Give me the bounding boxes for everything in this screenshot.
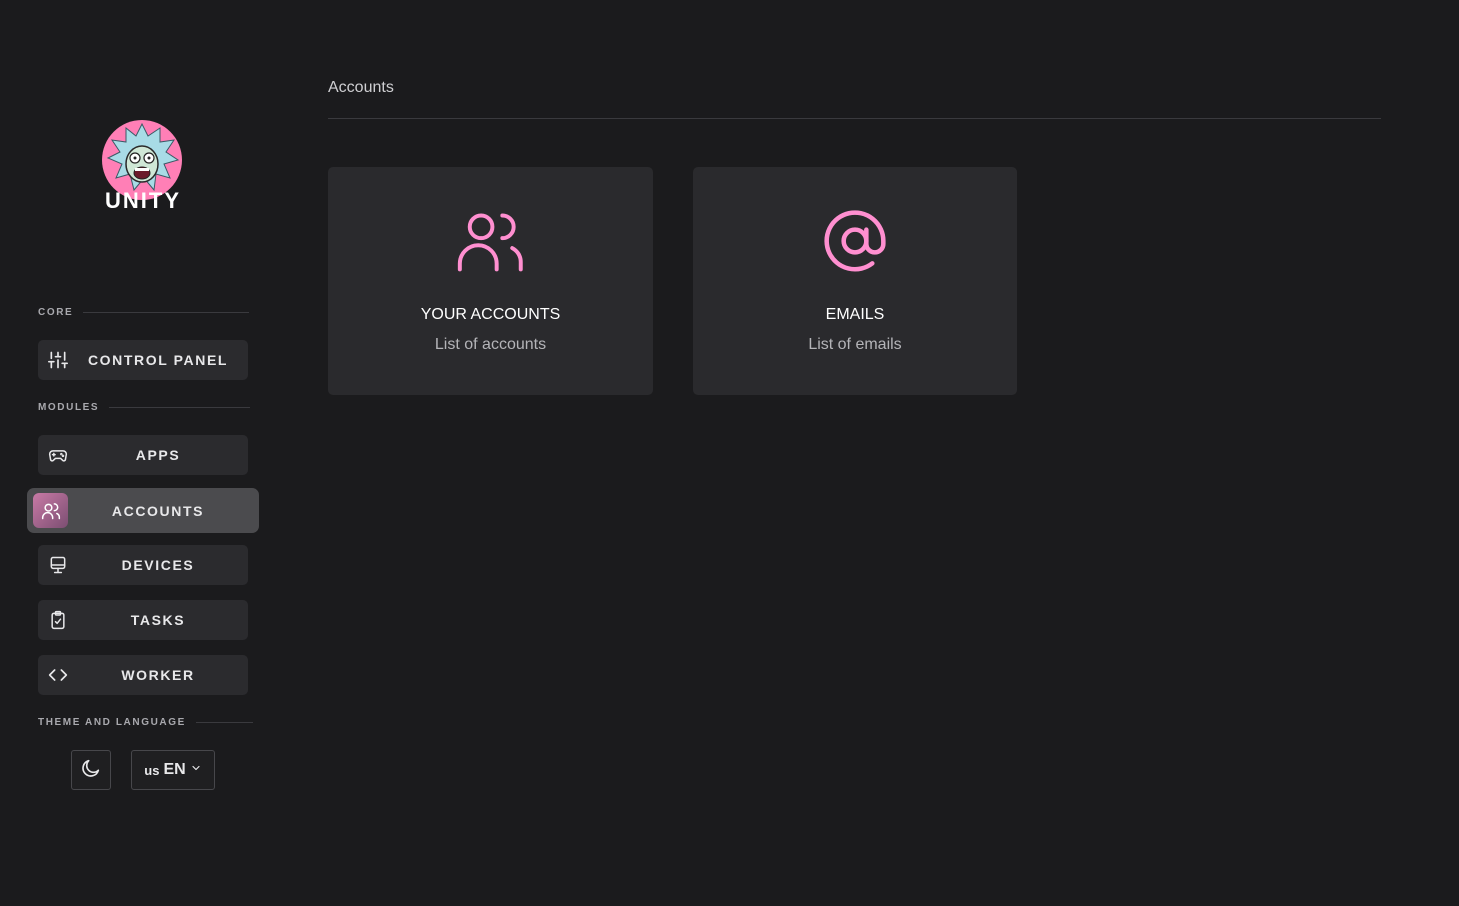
- sidebar-item-devices[interactable]: DEVICES: [38, 545, 248, 585]
- sidebar-item-accounts[interactable]: ACCOUNTS: [27, 488, 259, 533]
- gamepad-icon: [48, 445, 68, 465]
- card-emails[interactable]: EMAILS List of emails: [693, 167, 1017, 395]
- theme-toggle-button[interactable]: [71, 750, 111, 790]
- sidebar-item-worker[interactable]: WORKER: [38, 655, 248, 695]
- sidebar-item-label: APPS: [135, 447, 181, 463]
- sidebar-item-tasks[interactable]: TASKS: [38, 600, 248, 640]
- sidebar-item-control-panel[interactable]: CONTROL PANEL: [38, 340, 248, 380]
- code-icon: [48, 665, 68, 685]
- users-icon: [454, 207, 528, 280]
- card-subtitle: List of accounts: [434, 336, 547, 353]
- sidebar-item-label: TASKS: [130, 612, 186, 628]
- section-theme-language-label: THEME AND LANGUAGE: [38, 717, 186, 728]
- sidebar: UNITY CORE CONTROL PANEL MODULES APPS AC…: [0, 0, 290, 906]
- language-flag: us: [144, 762, 160, 778]
- section-modules: MODULES: [38, 402, 251, 413]
- sidebar-item-label: CONTROL PANEL: [87, 352, 229, 368]
- section-divider: [83, 312, 250, 313]
- card-title: EMAILS: [825, 306, 885, 323]
- language-select[interactable]: us EN: [131, 750, 215, 790]
- section-divider: [195, 722, 253, 723]
- at-sign-icon: [821, 207, 889, 280]
- section-core-label: CORE: [38, 307, 74, 318]
- monitor-icon: [48, 555, 68, 575]
- language-code: EN: [163, 761, 186, 778]
- card-title: YOUR ACCOUNTS: [420, 306, 561, 323]
- card-your-accounts[interactable]: YOUR ACCOUNTS List of accounts: [328, 167, 653, 395]
- app-root: UNITY CORE CONTROL PANEL MODULES APPS AC…: [0, 0, 1459, 906]
- card-subtitle: List of emails: [808, 336, 902, 353]
- page-title: Accounts: [328, 79, 394, 96]
- sidebar-item-label: DEVICES: [121, 557, 195, 573]
- section-divider: [109, 407, 251, 408]
- section-core: CORE: [38, 307, 250, 318]
- sliders-icon: [48, 350, 68, 370]
- users-icon: [33, 493, 68, 528]
- header-divider: [328, 118, 1381, 119]
- sidebar-item-apps[interactable]: APPS: [38, 435, 248, 475]
- moon-icon: [80, 757, 102, 784]
- logo[interactable]: UNITY: [102, 120, 184, 220]
- sidebar-item-label: WORKER: [121, 667, 195, 683]
- section-theme-language: THEME AND LANGUAGE: [38, 717, 253, 728]
- chevron-down-icon: [190, 761, 202, 779]
- section-modules-label: MODULES: [38, 402, 100, 413]
- brand-name: UNITY: [105, 188, 181, 213]
- clipboard-check-icon: [48, 610, 68, 630]
